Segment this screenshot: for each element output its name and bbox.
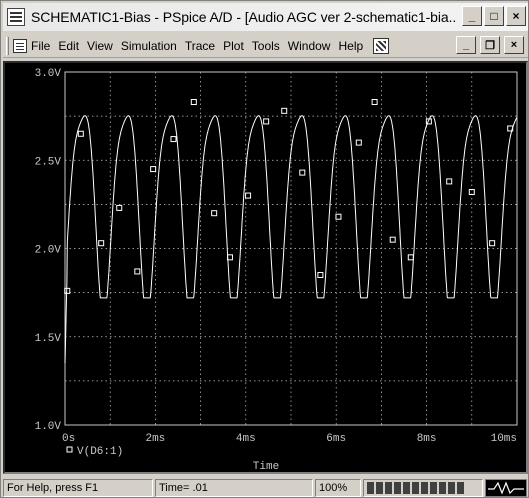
progress-segment <box>376 481 383 494</box>
y-tick-label: 1.0V <box>35 421 62 433</box>
y-tick-label: 1.5V <box>35 333 62 345</box>
status-help-text: For Help, press F1 <box>3 478 153 497</box>
legend-label[interactable]: V(D6:1) <box>77 446 123 458</box>
pspice-window: SCHEMATIC1-Bias - PSpice A/D - [Audio AG… <box>0 0 529 498</box>
menu-help[interactable]: Help <box>334 39 367 53</box>
status-bar: For Help, press F1 Time= .01 100% <box>3 478 528 497</box>
x-tick-label: 8ms <box>417 433 437 445</box>
document-icon[interactable] <box>13 38 27 53</box>
waveform-chart[interactable]: 1.0V 1.5V 2.0V 2.5V 3.0V 0s 2ms 4ms 6ms 8ms 10ms Ti… <box>5 63 526 472</box>
y-tick-label: 2.0V <box>35 245 62 257</box>
mdi-restore-button[interactable]: ❐ <box>480 36 500 54</box>
menu-window[interactable]: Window <box>284 39 335 53</box>
progress-segment <box>448 481 455 494</box>
menu-bar: File Edit View Simulation Trace Plot Too… <box>3 34 528 58</box>
status-zoom: 100% <box>315 478 361 497</box>
mdi-close-button[interactable]: × <box>504 36 524 54</box>
menu-simulation[interactable]: Simulation <box>117 39 181 53</box>
progress-segment <box>367 481 374 494</box>
y-tick-label: 3.0V <box>35 68 62 80</box>
progress-segment <box>412 481 419 494</box>
simulation-progress-bar <box>363 478 483 497</box>
y-tick-label: 2.5V <box>35 156 62 168</box>
maximize-button[interactable]: □ <box>484 6 504 26</box>
progress-segment <box>430 481 437 494</box>
whats-this-help-icon[interactable] <box>373 37 390 54</box>
menu-file[interactable]: File <box>27 39 54 53</box>
window-title: SCHEMATIC1-Bias - PSpice A/D - [Audio AG… <box>31 9 456 25</box>
progress-segment <box>385 481 392 494</box>
title-bar[interactable]: SCHEMATIC1-Bias - PSpice A/D - [Audio AG… <box>3 3 528 31</box>
caption-buttons: _ □ × <box>462 6 526 26</box>
menu-tools[interactable]: Tools <box>248 39 284 53</box>
mdi-minimize-button[interactable]: _ <box>456 36 476 54</box>
menu-grip[interactable] <box>6 36 9 55</box>
pspice-app-icon[interactable] <box>7 8 25 26</box>
menu-edit[interactable]: Edit <box>54 39 83 53</box>
x-tick-label: 4ms <box>236 433 256 445</box>
progress-segment <box>421 481 428 494</box>
x-tick-label: 2ms <box>145 433 165 445</box>
wave-glyph <box>488 480 524 495</box>
x-tick-label: 6ms <box>326 433 346 445</box>
simulation-wave-icon <box>485 478 527 497</box>
progress-segment <box>394 481 401 494</box>
menu-view[interactable]: View <box>83 39 117 53</box>
progress-segment <box>457 481 464 494</box>
mdi-buttons: _ ❐ × <box>456 36 524 54</box>
menu-plot[interactable]: Plot <box>219 39 248 53</box>
x-tick-label: 0s <box>62 433 75 445</box>
menu-trace[interactable]: Trace <box>181 39 219 53</box>
progress-segment <box>439 481 446 494</box>
status-time: Time= .01 <box>155 478 313 497</box>
x-tick-label: 10ms <box>491 433 517 445</box>
close-button[interactable]: × <box>506 6 526 26</box>
x-axis-label: Time <box>253 461 279 472</box>
probe-plot-area[interactable]: 1.0V 1.5V 2.0V 2.5V 3.0V 0s 2ms 4ms 6ms 8ms 10ms Ti… <box>3 61 528 474</box>
minimize-button[interactable]: _ <box>462 6 482 26</box>
progress-segment <box>403 481 410 494</box>
